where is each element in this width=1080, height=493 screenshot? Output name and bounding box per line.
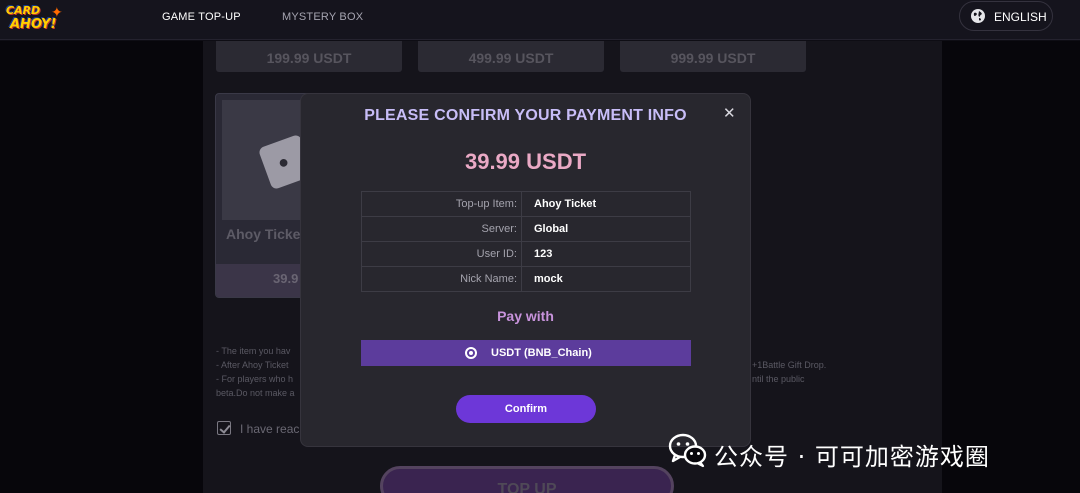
package-card-999[interactable]: 999.99 USDT [620,41,806,72]
row-value: Ahoy Ticket [521,191,691,217]
pay-with-heading: Pay with [497,308,554,324]
agree-label: I have reac [240,422,300,436]
package-card-499[interactable]: 499.99 USDT [418,41,604,72]
package-price: 999.99 USDT [670,50,756,66]
top-up-button[interactable]: TOP UP [380,466,674,493]
row-value: Global [521,216,691,242]
top-navigation-bar: CARD AHOY! ✦ GAME TOP-UP MYSTERY BOX ENG… [0,0,1080,40]
payment-info-table: Top-up Item: Ahoy Ticket Server: Global … [361,191,691,292]
top-up-label: TOP UP [497,481,557,493]
confirm-label: Confirm [504,403,548,415]
note-line: ntil the public [752,374,805,384]
note-line: - After Ahoy Ticket [216,360,289,370]
item-name: Ahoy Ticke [226,226,301,242]
payment-confirm-modal: PLEASE CONFIRM YOUR PAYMENT INFO ✕ 39.99… [301,94,750,446]
flame-icon: ✦ [51,4,63,20]
row-label: Nick Name: [361,266,522,292]
row-value: mock [521,266,691,292]
package-price: 499.99 USDT [468,50,554,66]
table-row: User ID: 123 [361,241,691,267]
item-price: 39.9 [273,271,299,286]
watermark-text: 公众号 · 可可加密游戏圈 [714,443,990,471]
table-row: Nick Name: mock [361,266,691,292]
language-selector[interactable]: ENGLISH [959,1,1053,31]
note-line: - The item you hav [216,346,291,356]
payment-option-usdt-bnb[interactable]: USDT (BNB_Chain) [361,340,691,366]
row-label: User ID: [361,241,522,267]
note-line: +1Battle Gift Drop. [752,360,827,370]
agree-checkbox[interactable] [217,421,231,435]
note-line: - For players who h [216,374,294,384]
globe-icon [971,9,985,23]
logo-line-1: CARD [6,4,41,17]
table-row: Top-up Item: Ahoy Ticket [361,191,691,217]
modal-title: PLEASE CONFIRM YOUR PAYMENT INFO [364,107,687,124]
logo-line-2: AHOY! [10,17,57,32]
package-price: 199.99 USDT [266,50,352,66]
language-label: ENGLISH [994,10,1047,24]
payment-amount: 39.99 USDT [464,149,587,174]
wechat-icon [668,433,707,468]
nav-mystery-box[interactable]: MYSTERY BOX [282,11,363,23]
radio-selected-icon[interactable] [465,347,477,359]
row-label: Top-up Item: [361,191,522,217]
cardahoy-logo[interactable]: CARD AHOY! ✦ [6,2,68,36]
confirm-button[interactable]: Confirm [456,395,596,423]
row-label: Server: [361,216,522,242]
table-row: Server: Global [361,216,691,242]
close-icon[interactable]: ✕ [723,104,736,122]
nav-game-topup[interactable]: GAME TOP-UP [162,11,241,23]
package-card-199[interactable]: 199.99 USDT [216,41,402,72]
note-line: beta.Do not make a [216,388,295,398]
row-value: 123 [521,241,691,267]
payment-option-label: USDT (BNB_Chain) [491,347,592,359]
